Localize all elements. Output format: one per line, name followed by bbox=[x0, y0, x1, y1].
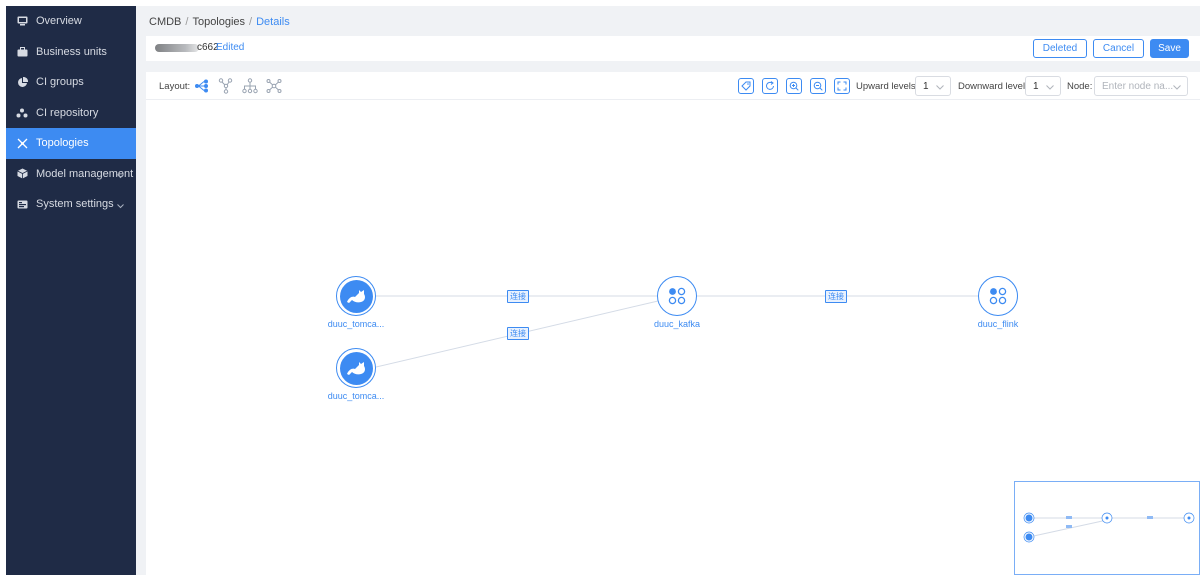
graph-node-tomcat-1[interactable] bbox=[336, 276, 376, 316]
breadcrumb-item-topologies[interactable]: Topologies bbox=[192, 16, 245, 28]
save-button[interactable]: Save bbox=[1150, 39, 1189, 58]
breadcrumb-separator: / bbox=[249, 16, 253, 28]
redacted-name-mask bbox=[155, 44, 199, 52]
settings-panel-icon bbox=[16, 198, 28, 210]
flink-icon bbox=[981, 279, 1015, 313]
sidebar-item-overview[interactable]: Overview bbox=[6, 6, 136, 37]
edge-label[interactable]: 连接 bbox=[507, 327, 529, 340]
chevron-down-icon bbox=[117, 170, 124, 182]
sidebar-item-label: Overview bbox=[36, 15, 82, 28]
sidebar-item-label: Topologies bbox=[36, 137, 89, 150]
status-badge: Edited bbox=[216, 42, 245, 53]
graph-node-label: duuc_kafka bbox=[653, 319, 701, 329]
briefcase-icon bbox=[16, 46, 28, 58]
breadcrumb-item-details: Details bbox=[256, 16, 290, 28]
chevron-down-icon bbox=[117, 200, 124, 212]
kafka-icon bbox=[660, 279, 694, 313]
cube-icon bbox=[16, 168, 28, 180]
cancel-button[interactable]: Cancel bbox=[1093, 39, 1144, 58]
breadcrumb: CMDB / Topologies / Details bbox=[149, 16, 290, 28]
sidebar-item-label: Business units bbox=[36, 45, 107, 58]
graph-node-tomcat-2[interactable] bbox=[336, 348, 376, 388]
minimap[interactable] bbox=[1014, 481, 1200, 575]
graph-node-label: duuc_tomca... bbox=[327, 391, 385, 401]
sidebar-item-topologies[interactable]: Topologies bbox=[6, 128, 136, 159]
breadcrumb-separator: / bbox=[185, 16, 189, 28]
pie-chart-icon bbox=[16, 76, 28, 88]
sidebar-item-label: System settings bbox=[36, 198, 114, 211]
sidebar: Overview Business units CI groups CI rep… bbox=[6, 6, 136, 575]
topology-icon bbox=[16, 137, 28, 149]
sidebar-item-system-settings[interactable]: System settings bbox=[6, 189, 136, 220]
minimap-graph bbox=[1023, 512, 1195, 543]
tomcat-icon bbox=[339, 279, 373, 313]
breadcrumb-item-cmdb[interactable]: CMDB bbox=[149, 16, 181, 28]
sidebar-item-model-management[interactable]: Model management bbox=[6, 159, 136, 190]
sidebar-item-ci-groups[interactable]: CI groups bbox=[6, 67, 136, 98]
sidebar-item-label: CI repository bbox=[36, 106, 99, 119]
deleted-button[interactable]: Deleted bbox=[1033, 39, 1087, 58]
graph-node-label: duuc_flink bbox=[977, 319, 1019, 329]
graph-node-kafka[interactable] bbox=[657, 276, 697, 316]
sidebar-item-business-units[interactable]: Business units bbox=[6, 37, 136, 68]
tomcat-icon bbox=[339, 351, 373, 385]
graph-node-label: duuc_tomca... bbox=[327, 319, 385, 329]
graph-node-flink[interactable] bbox=[978, 276, 1018, 316]
edge-label[interactable]: 连接 bbox=[507, 290, 529, 303]
sidebar-item-ci-repository[interactable]: CI repository bbox=[6, 98, 136, 129]
monitor-icon bbox=[16, 15, 28, 27]
cluster-icon bbox=[16, 107, 28, 119]
title-bar: c662 Edited Deleted Cancel Save bbox=[146, 36, 1200, 61]
edge-label[interactable]: 连接 bbox=[825, 290, 847, 303]
sidebar-item-label: CI groups bbox=[36, 76, 84, 89]
